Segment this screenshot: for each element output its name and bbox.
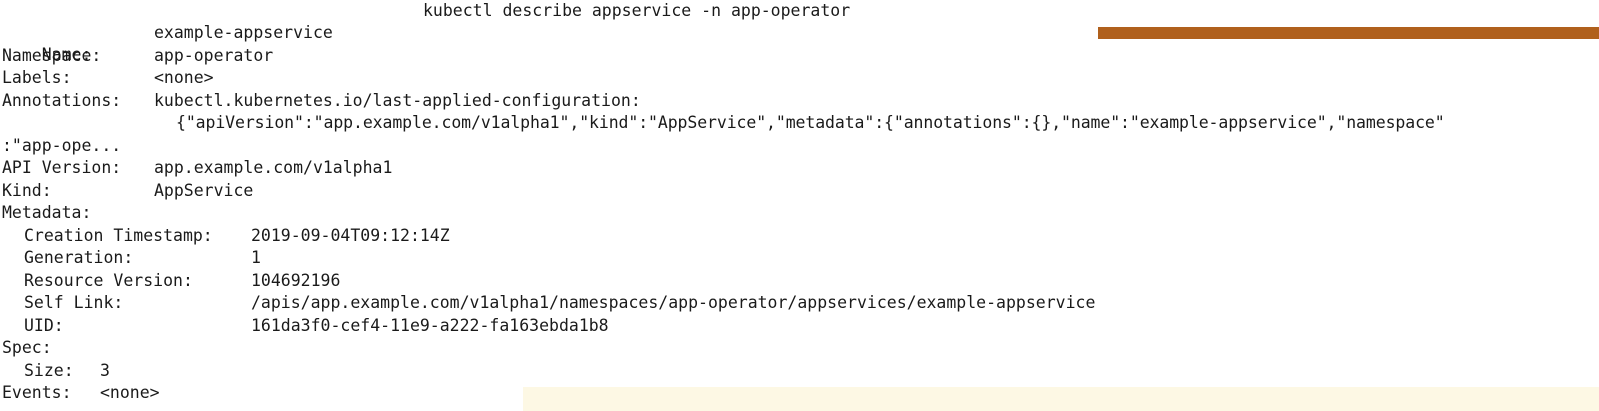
terminal-title: kubectl describe appservice -n app-opera…	[423, 1, 851, 20]
terminal-window[interactable]: kubectl describe appservice -n app-opera…	[0, 0, 1599, 411]
generation-key: Generation:	[24, 248, 134, 267]
events-value: <none>	[100, 383, 160, 402]
labels-value: <none>	[154, 68, 214, 87]
resource-version-key: Resource Version:	[24, 271, 193, 290]
metadata-key: Metadata:	[2, 203, 92, 222]
resource-version-value: 104692196	[251, 271, 341, 290]
spec-key: Spec:	[2, 338, 52, 357]
namespace-key: Namespace:	[2, 46, 102, 65]
annotation-key: kubectl.kubernetes.io/last-applied-confi…	[154, 91, 641, 110]
generation-value: 1	[251, 248, 261, 267]
api-version-key: API Version:	[2, 158, 122, 177]
kind-value: AppService	[154, 181, 254, 200]
labels-key: Labels:	[2, 68, 72, 87]
self-link-key: Self Link:	[24, 293, 124, 312]
name-row: Name:	[2, 22, 92, 64]
annotation-value-line2: :"app-ope...	[2, 136, 122, 155]
kind-key: Kind:	[2, 181, 52, 200]
annotations-key: Annotations:	[2, 91, 122, 110]
highlight-strip	[523, 387, 1599, 411]
uid-value: 161da3f0-cef4-11e9-a222-fa163ebda1b8	[251, 316, 609, 335]
size-value: 3	[100, 361, 110, 380]
accent-bar	[1098, 27, 1599, 39]
uid-key: UID:	[24, 316, 64, 335]
events-key: Events:	[2, 383, 72, 402]
size-key: Size:	[24, 361, 74, 380]
creation-timestamp-key: Creation Timestamp:	[24, 226, 213, 245]
api-version-value: app.example.com/v1alpha1	[154, 158, 393, 177]
creation-timestamp-value: 2019-09-04T09:12:14Z	[251, 226, 450, 245]
namespace-value: app-operator	[154, 46, 274, 65]
annotation-value-line1: {"apiVersion":"app.example.com/v1alpha1"…	[176, 113, 1445, 132]
name-value: example-appservice	[154, 23, 333, 42]
self-link-value: /apis/app.example.com/v1alpha1/namespace…	[251, 293, 1096, 312]
